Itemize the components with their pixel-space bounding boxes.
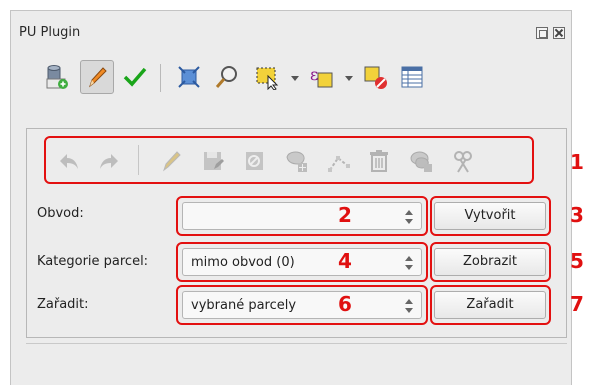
annotation-number: 1	[570, 150, 584, 174]
show-button[interactable]: Zobrazit	[434, 248, 546, 276]
divider	[26, 343, 567, 344]
float-panel-icon[interactable]	[536, 27, 548, 39]
chevron-down-icon[interactable]	[291, 76, 299, 81]
redo-icon[interactable]	[96, 148, 122, 174]
zaradit-combobox-value: vybrané parcely	[191, 298, 297, 313]
create-button[interactable]: Vytvořit	[434, 202, 546, 230]
attribute-table-icon[interactable]	[395, 60, 429, 94]
split-icon[interactable]	[450, 148, 476, 174]
toolbar-separator	[160, 64, 161, 92]
annotation-number: 3	[570, 203, 584, 227]
zaradit-combobox[interactable]: vybrané parcely	[182, 291, 422, 319]
toolbar-separator	[138, 145, 139, 175]
title-bar: PU Plugin	[11, 11, 571, 51]
annotation-number: 5	[570, 249, 584, 273]
zaradit-label: Zařadit:	[37, 297, 89, 312]
assign-button[interactable]: Zařadit	[434, 291, 546, 319]
zoom-extent-icon[interactable]	[172, 60, 206, 94]
obvod-combobox[interactable]	[182, 202, 422, 230]
layer-add-icon[interactable]	[40, 60, 74, 94]
annotation-number: 2	[338, 203, 352, 227]
select-rectangle-icon[interactable]	[250, 60, 284, 94]
check-icon[interactable]	[118, 60, 152, 94]
edit-pencil-icon[interactable]	[158, 148, 184, 174]
window-title: PU Plugin	[19, 25, 81, 40]
merge-icon[interactable]	[408, 148, 434, 174]
deselect-icon[interactable]	[358, 60, 392, 94]
cancel-edits-icon[interactable]	[242, 148, 268, 174]
combobox-arrows-icon	[405, 210, 413, 224]
chevron-down-icon[interactable]	[345, 76, 353, 81]
annotation-number: 4	[338, 249, 352, 273]
combobox-arrows-icon	[405, 299, 413, 313]
add-feature-icon[interactable]	[284, 148, 310, 174]
close-icon[interactable]	[553, 27, 565, 39]
obvod-label: Obvod:	[37, 206, 84, 221]
annotation-number: 6	[338, 292, 352, 316]
save-edits-icon[interactable]	[200, 148, 226, 174]
edit-pencil-icon[interactable]	[80, 60, 114, 94]
kategorie-combobox-value: mimo obvod (0)	[191, 255, 295, 270]
undo-icon[interactable]	[56, 148, 82, 174]
kategorie-label: Kategorie parcel:	[37, 254, 149, 269]
kategorie-combobox[interactable]: mimo obvod (0)	[182, 248, 422, 276]
edit-vertices-icon[interactable]	[326, 148, 352, 174]
combobox-arrows-icon	[405, 256, 413, 270]
annotation-number: 7	[570, 292, 584, 316]
svg-text:ε: ε	[310, 65, 318, 84]
delete-icon[interactable]	[366, 148, 392, 174]
magnifier-icon[interactable]	[210, 60, 244, 94]
select-expression-icon[interactable]: ε	[304, 60, 338, 94]
